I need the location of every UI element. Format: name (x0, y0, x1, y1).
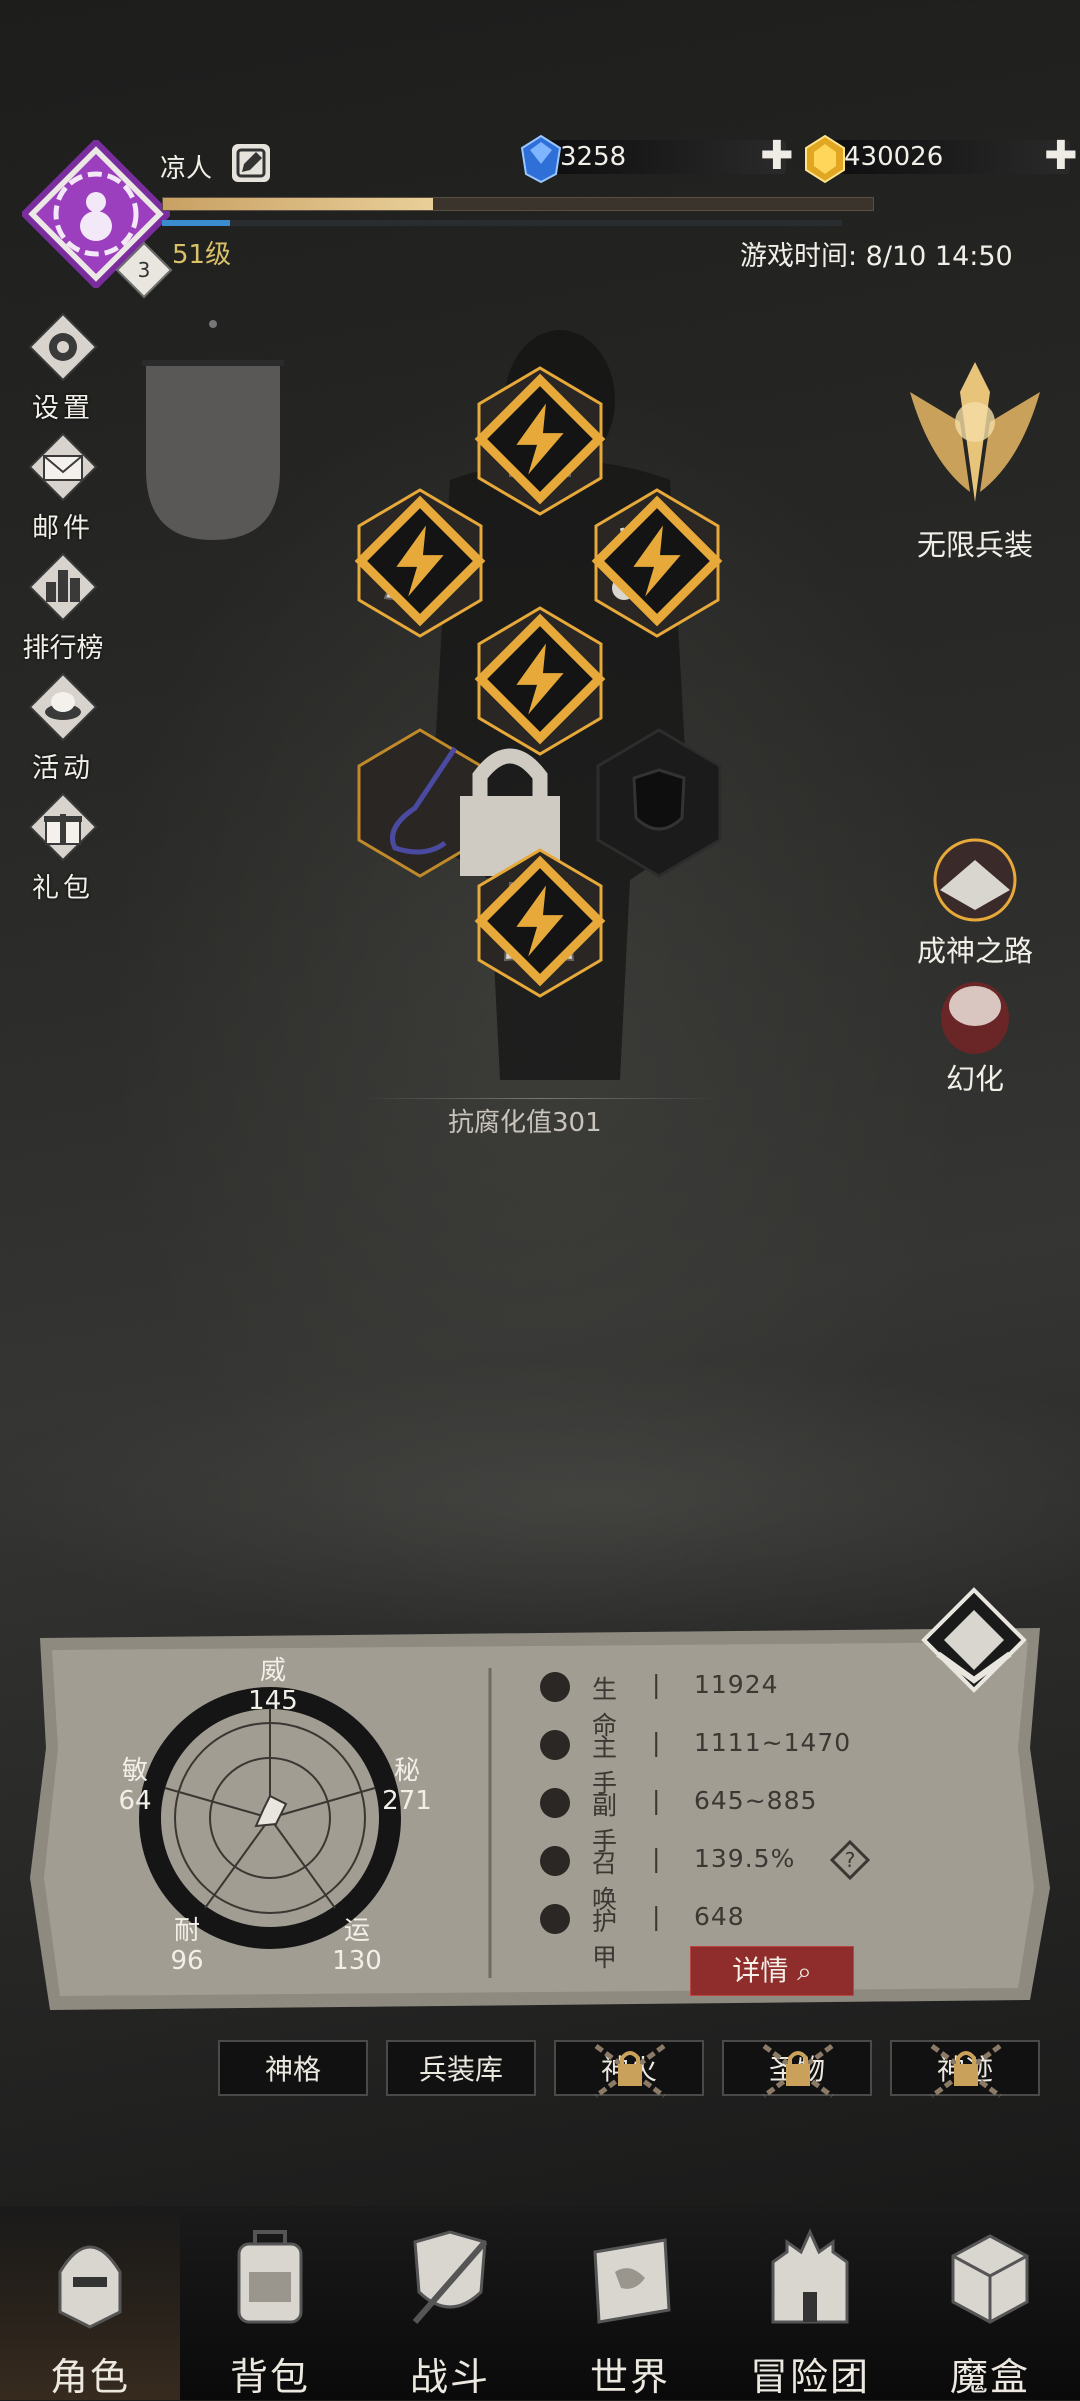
edit-name-icon[interactable] (232, 144, 270, 182)
nav-battle[interactable]: 战斗 (360, 2206, 540, 2400)
attribute-agility: 敏 64 (94, 1752, 176, 1830)
equip-slot-weapon[interactable] (355, 728, 560, 878)
mana-bar-fill (162, 220, 230, 226)
game-time: 游戏时间: 8/10 14:50 (740, 241, 1013, 272)
god-path-icon (933, 838, 1017, 922)
help-icon[interactable]: ? (830, 1840, 870, 1880)
settings-button[interactable]: 设置 (8, 312, 118, 424)
gold-amount: 430026 (844, 142, 944, 172)
player-name: 凉人 (160, 154, 213, 184)
infinite-weapon-button[interactable]: 无限兵装 (890, 352, 1060, 562)
equip-slot-gloves[interactable] (354, 488, 486, 638)
ranking-label: 排行榜 (22, 633, 104, 664)
equip-slot-armor[interactable] (474, 606, 606, 756)
nav-world-label: 世界 (589, 2355, 670, 2399)
ranking-button[interactable]: 排行榜 (8, 552, 118, 664)
mail-icon (28, 432, 98, 502)
upgrade-lightning-icon (591, 495, 723, 627)
equip-slot-boots[interactable] (474, 848, 606, 998)
mask-icon (941, 982, 1009, 1054)
activity-icon (28, 672, 98, 742)
mana-bar (162, 220, 842, 226)
gem-amount: 3258 (560, 142, 627, 172)
guild-banner[interactable] (142, 320, 284, 540)
blue-gem-icon (520, 134, 562, 184)
tab-divine-fire[interactable]: 神火 (554, 2040, 704, 2099)
equip-slot-shield-empty[interactable] (594, 728, 724, 878)
corruption-resistance: 抗腐化值301 (448, 1108, 602, 1138)
attribute-mystic: 秘 271 (366, 1752, 448, 1830)
bottom-navigation: 角色 背包 战斗 世界 冒险团 魔盒 (0, 2206, 1080, 2400)
gear-icon (28, 312, 98, 382)
winged-emblem-icon (910, 362, 1040, 502)
exp-bar (162, 197, 874, 211)
gold-gem-icon (805, 134, 845, 184)
exp-bar-fill (163, 198, 433, 210)
summon-icon (540, 1846, 570, 1876)
map-scroll-icon (593, 2238, 671, 2324)
nav-character[interactable]: 角色 (0, 2206, 180, 2400)
gem-currency: 3258 ✚ (516, 134, 806, 184)
activity-button[interactable]: 活动 (8, 672, 118, 784)
cube-icon (951, 2234, 1029, 2324)
god-path-label: 成神之路 (916, 934, 1033, 968)
details-button[interactable]: 详情 ⌕ (690, 1946, 854, 1996)
helmet-icon (58, 2245, 122, 2329)
chained-lock-icon (762, 2043, 834, 2099)
chained-lock-icon (594, 2043, 666, 2099)
mail-button[interactable]: 邮件 (8, 432, 118, 544)
settings-label: 设置 (32, 393, 94, 424)
magnifier-icon: ⌕ (797, 1957, 812, 1987)
corruption-divider (360, 1098, 720, 1099)
upgrade-lightning-icon (474, 373, 606, 505)
tab-relic[interactable]: 圣物 (722, 2040, 872, 2099)
gold-currency: 430026 ✚ (800, 134, 1080, 184)
backpack-icon (237, 2230, 303, 2324)
add-gold-button[interactable]: ✚ (1044, 136, 1078, 176)
player-level: 51级 (172, 240, 232, 270)
nav-world[interactable]: 世界 (540, 2206, 720, 2400)
chained-lock-icon (930, 2043, 1002, 2099)
mail-label: 邮件 (32, 513, 94, 544)
gift-label: 礼包 (32, 873, 94, 904)
upgrade-lightning-icon (474, 855, 606, 987)
equip-slot-necklace[interactable] (591, 488, 723, 638)
upgrade-lightning-icon (354, 495, 486, 627)
equip-slot-helmet[interactable] (474, 366, 606, 516)
transform-label: 幻化 (945, 1062, 1004, 1096)
nav-backpack-label: 背包 (229, 2355, 310, 2399)
tab-divinity[interactable]: 神格 (218, 2040, 368, 2096)
tab-armory[interactable]: 兵装库 (386, 2040, 536, 2096)
attribute-endurance: 耐 96 (146, 1912, 228, 1990)
nav-battle-label: 战斗 (409, 2355, 490, 2399)
god-path-button[interactable]: 成神之路 (900, 830, 1050, 970)
nav-adventure-team-label: 冒险团 (749, 2355, 870, 2399)
attribute-luck: 运 130 (316, 1912, 398, 1990)
off-hand-icon (540, 1788, 570, 1818)
main-hand-icon (540, 1730, 570, 1760)
details-label: 详情 (732, 1954, 789, 1987)
nav-magic-box-label: 魔盒 (949, 2355, 1030, 2399)
attribute-might: 威 145 (232, 1652, 314, 1730)
nav-backpack[interactable]: 背包 (180, 2206, 360, 2400)
nav-adventure-team[interactable]: 冒险团 (720, 2206, 900, 2400)
infinite-weapon-label: 无限兵装 (916, 528, 1033, 562)
upgrade-lightning-icon (474, 613, 606, 745)
nav-magic-box[interactable]: 魔盒 (900, 2206, 1080, 2400)
svg-text:?: ? (845, 1848, 856, 1872)
tab-miracle[interactable]: 神迹 (890, 2040, 1040, 2099)
gift-icon (28, 792, 98, 862)
collapse-panel-button[interactable] (918, 1584, 1030, 1696)
gift-button[interactable]: 礼包 (8, 792, 118, 904)
transform-button[interactable]: 幻化 (915, 978, 1035, 1098)
armor-icon (540, 1904, 570, 1934)
activity-label: 活动 (32, 753, 94, 784)
nav-character-label: 角色 (49, 2355, 130, 2399)
castle-icon (771, 2228, 849, 2324)
heart-icon (540, 1672, 570, 1702)
sword-shield-icon (412, 2230, 488, 2324)
add-gems-button[interactable]: ✚ (760, 136, 794, 176)
ranking-icon (28, 552, 98, 622)
